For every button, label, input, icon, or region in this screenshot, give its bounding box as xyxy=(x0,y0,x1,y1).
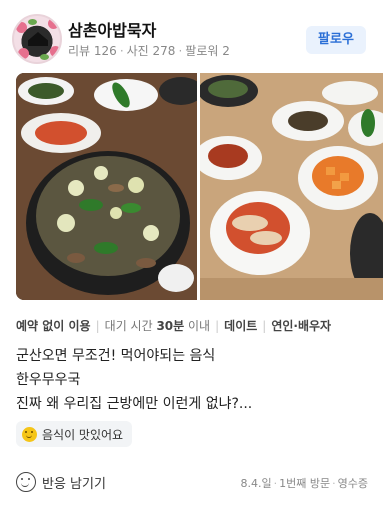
review-line: 한우무우국 xyxy=(16,372,81,388)
visit-count: 1번째 방문 xyxy=(279,477,331,490)
tag-purpose: 데이트 xyxy=(224,319,258,333)
review-photo-side-dishes[interactable] xyxy=(200,73,383,300)
review-photo-soup[interactable] xyxy=(16,73,197,300)
review-count: 리뷰 126 xyxy=(68,44,117,58)
review-line: 진짜 왜 우리집 근방에만 이런게 없냐?... xyxy=(16,396,253,412)
review-line: 군산오면 무조건! 먹어야되는 음식 xyxy=(16,348,216,364)
visit-tags: 예약 없이 이용 | 대기 시간 30분 이내 | 데이트 | 연인·배우자 xyxy=(16,319,332,333)
reviewer-avatar[interactable] xyxy=(12,14,62,64)
react-button[interactable]: 반응 남기기 xyxy=(16,470,106,494)
smile-emoji-icon xyxy=(22,426,37,442)
smile-outline-icon xyxy=(16,472,36,492)
follow-button[interactable]: 팔로우 xyxy=(306,26,366,54)
review-photos xyxy=(16,73,383,300)
visit-meta: 8.4.일 · 1번째 방문 · 영수증 xyxy=(240,477,368,490)
review-text[interactable]: 군산오면 무조건! 먹어야되는 음식 한우무우국 진짜 왜 우리집 근방에만 이… xyxy=(16,344,366,416)
reviewer-header: 삼촌아밥묵자 리뷰 126 · 사진 278 · 팔로워 2 팔로우 xyxy=(0,0,383,66)
tag-reservation: 예약 없이 이용 xyxy=(16,319,91,333)
reviewer-stats: 리뷰 126 · 사진 278 · 팔로워 2 xyxy=(68,44,230,58)
visit-date: 8.4.일 xyxy=(240,477,272,490)
keyword-chip-label: 음식이 맛있어요 xyxy=(42,427,124,442)
reviewer-name[interactable]: 삼촌아밥묵자 xyxy=(68,17,156,41)
keyword-chip: 음식이 맛있어요 xyxy=(16,421,133,447)
receipt-badge: 영수증 xyxy=(337,477,368,490)
tag-wait: 대기 시간 30분 이내 xyxy=(104,319,211,333)
follower-count: 팔로워 2 xyxy=(185,44,230,58)
react-label: 반응 남기기 xyxy=(42,476,106,492)
tag-companion: 연인·배우자 xyxy=(271,319,332,333)
photo-count: 사진 278 xyxy=(126,44,176,58)
